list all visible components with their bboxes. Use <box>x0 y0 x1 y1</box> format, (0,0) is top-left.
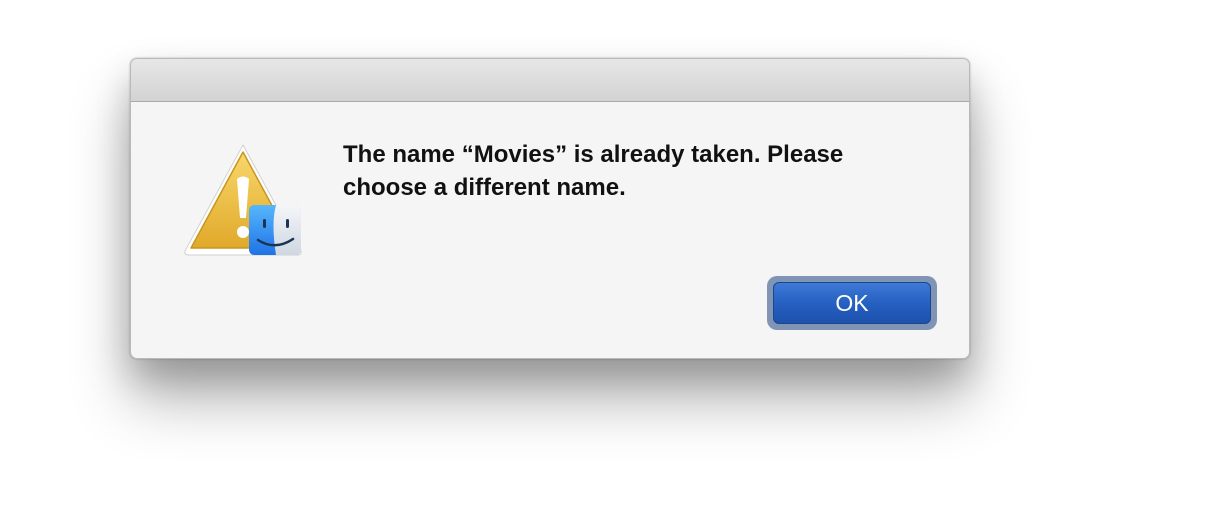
finder-icon <box>249 205 301 255</box>
ok-button[interactable]: OK <box>773 282 931 324</box>
alert-dialog: The name “Movies” is already taken. Plea… <box>130 58 970 359</box>
alert-message: The name “Movies” is already taken. Plea… <box>343 141 844 201</box>
alert-icon <box>184 143 302 256</box>
dialog-titlebar[interactable] <box>131 59 969 102</box>
